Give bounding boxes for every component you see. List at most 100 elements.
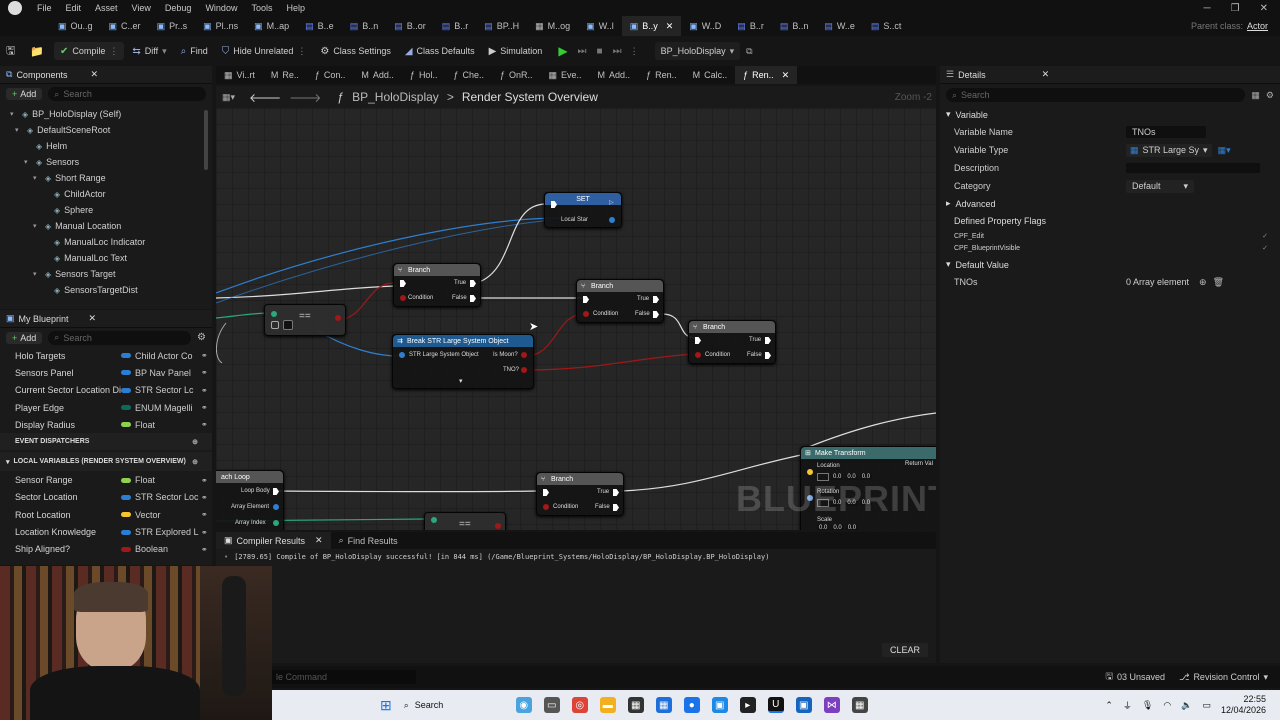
minimize-icon[interactable]: ─ bbox=[1204, 3, 1211, 14]
visibility-eye-icon[interactable]: ⚭ bbox=[201, 386, 208, 395]
clear-button[interactable]: CLEAR bbox=[881, 643, 928, 657]
menu-help[interactable]: Help bbox=[279, 3, 312, 13]
doc-tab[interactable]: ▤ BP..H bbox=[476, 16, 527, 36]
equals-node[interactable]: == bbox=[264, 304, 346, 336]
location-pin[interactable] bbox=[807, 469, 813, 475]
unsaved-indicator[interactable]: 🖫 03 Unsaved bbox=[1105, 669, 1165, 685]
play-icon[interactable]: ▶ bbox=[558, 44, 567, 58]
stop-icon[interactable]: ■ bbox=[597, 46, 603, 57]
step-icon[interactable]: ⏭ bbox=[578, 46, 587, 57]
array-index-pin[interactable] bbox=[273, 520, 279, 526]
doc-tab[interactable]: ▤ B..e bbox=[297, 16, 342, 36]
app-icon[interactable]: ▣ bbox=[795, 697, 812, 713]
breadcrumb-blueprint[interactable]: BP_HoloDisplay bbox=[352, 90, 439, 104]
compile-button[interactable]: ✔ Compile ⋮ bbox=[54, 42, 125, 60]
scale-fields[interactable]: 0.0 0.0 0.0 bbox=[817, 525, 859, 530]
variable-row[interactable]: Display Radius Float ⚭ bbox=[0, 416, 212, 433]
close-tab-icon[interactable]: ✕ bbox=[782, 70, 790, 81]
component-item[interactable]: ▾ ◈ Sensors Target bbox=[6, 266, 212, 282]
array-element-pin[interactable] bbox=[273, 504, 279, 510]
false-exec-pin[interactable] bbox=[653, 311, 659, 318]
set-node-input-dot[interactable] bbox=[609, 217, 615, 223]
container-type-icon[interactable]: ▦▾ bbox=[1218, 145, 1231, 156]
scale-x-value[interactable]: 0.0 bbox=[817, 525, 830, 530]
true-exec-pin[interactable] bbox=[765, 337, 771, 344]
variable-row[interactable]: Ship Aligned? Boolean ⚭ bbox=[0, 541, 212, 558]
component-item[interactable]: ◈ ManualLoc Indicator bbox=[6, 234, 212, 250]
menu-debug[interactable]: Debug bbox=[158, 3, 199, 13]
equals-input-b-field[interactable] bbox=[283, 320, 293, 330]
component-item[interactable]: ▾ ◈ BP_HoloDisplay (Self) bbox=[6, 106, 212, 122]
expand-arrow-icon[interactable]: ▾ bbox=[33, 270, 41, 278]
find-results-tab[interactable]: ⌕ Find Results bbox=[331, 532, 406, 549]
equals-node[interactable]: == bbox=[424, 512, 506, 530]
close-components-icon[interactable]: ✕ bbox=[90, 69, 98, 80]
description-field[interactable] bbox=[1126, 163, 1260, 173]
expand-arrow-icon[interactable]: ▾ bbox=[33, 174, 41, 182]
variable-type[interactable]: BP Nav Panel bbox=[121, 368, 199, 378]
doc-tab[interactable]: ▣ M..ap bbox=[246, 16, 297, 36]
equals-input-a[interactable] bbox=[431, 517, 437, 523]
maximize-icon[interactable]: ❐ bbox=[1231, 3, 1240, 14]
terminal-icon[interactable]: ▸ bbox=[739, 697, 756, 713]
delete-icon[interactable]: 🗑 bbox=[1213, 277, 1224, 288]
variable-type[interactable]: Vector bbox=[121, 510, 199, 520]
variable-row[interactable]: Sensor Range Float ⚭ bbox=[0, 471, 212, 488]
menu-tools[interactable]: Tools bbox=[244, 3, 279, 13]
visibility-eye-icon[interactable]: ⚭ bbox=[201, 528, 208, 537]
menu-view[interactable]: View bbox=[125, 3, 158, 13]
graph-tab[interactable]: M Add.. bbox=[353, 66, 402, 84]
variable-type-dropdown[interactable]: ▦ STR Large Sy ▾ bbox=[1126, 143, 1212, 157]
close-tab-icon[interactable]: ✕ bbox=[315, 535, 323, 546]
struct-input-pin[interactable] bbox=[399, 352, 405, 358]
usb-icon[interactable]: ⏚ bbox=[1123, 699, 1132, 712]
graph-tab[interactable]: ƒ Ren.. bbox=[638, 66, 685, 84]
default-value-section-header[interactable]: ▾ Default Value bbox=[940, 256, 1280, 273]
visibility-eye-icon[interactable]: ⚭ bbox=[201, 368, 208, 377]
component-item[interactable]: ◈ Sphere bbox=[6, 202, 212, 218]
revision-control-button[interactable]: ⎇ Revision Control ▾ bbox=[1179, 672, 1268, 683]
visual-studio-icon[interactable]: ⋈ bbox=[823, 697, 840, 713]
variable-type[interactable]: Boolean bbox=[121, 544, 199, 554]
branch-node[interactable]: Branch ⑂ True Condition False bbox=[393, 263, 481, 307]
variable-section-header[interactable]: ▾ Variable bbox=[940, 106, 1280, 123]
clock-date[interactable]: 12/04/2026 bbox=[1221, 705, 1266, 716]
is-moon-pin[interactable] bbox=[521, 352, 527, 358]
app-icon[interactable]: ▣ bbox=[711, 697, 728, 713]
variable-row[interactable]: Player Edge ENUM Magelli ⚭ bbox=[0, 399, 212, 416]
false-exec-pin[interactable] bbox=[765, 352, 771, 359]
condition-pin[interactable] bbox=[400, 295, 406, 301]
expand-arrow-icon[interactable]: ▾ bbox=[10, 110, 18, 118]
battery-icon[interactable]: ▭ bbox=[1202, 700, 1211, 711]
menu-edit[interactable]: Edit bbox=[59, 3, 89, 13]
microphone-icon[interactable]: 🎙 bbox=[1142, 700, 1153, 711]
close-tab-icon[interactable]: ✕ bbox=[666, 21, 674, 32]
add-member-button[interactable]: + Add bbox=[6, 331, 43, 344]
parent-class-link[interactable]: Actor bbox=[1247, 21, 1268, 31]
variable-row[interactable]: Current Sector Location Di STR Sector Lc ⚭ bbox=[0, 382, 212, 399]
component-item[interactable]: ▾ ◈ Manual Location bbox=[6, 218, 212, 234]
unreal-logo-icon[interactable] bbox=[8, 1, 22, 15]
tray-chevron-icon[interactable]: ⌃ bbox=[1105, 700, 1113, 711]
break-struct-node[interactable]: Break STR Large System Object ⇉ STR Large… bbox=[392, 334, 534, 389]
components-scrollbar[interactable] bbox=[204, 110, 208, 170]
variable-type[interactable]: ENUM Magelli bbox=[121, 403, 199, 413]
doc-tab[interactable]: ▤ W..e bbox=[816, 16, 863, 36]
exec-in-pin[interactable] bbox=[583, 296, 589, 303]
category-dropdown[interactable]: Default ▾ bbox=[1126, 179, 1194, 193]
component-item[interactable]: ◈ ManualLoc Text bbox=[6, 250, 212, 266]
expand-arrow-icon[interactable]: ▾ bbox=[24, 158, 32, 166]
add-local-variable-icon[interactable]: ⊕ bbox=[192, 458, 198, 466]
table-view-icon[interactable]: ▦ bbox=[1251, 90, 1260, 101]
doc-tab[interactable]: ▣ Pr..s bbox=[149, 16, 196, 36]
graph-tab-active[interactable]: ƒ Ren.. ✕ bbox=[735, 66, 798, 84]
eject-icon[interactable]: ⏭ bbox=[613, 46, 622, 57]
set-node[interactable]: SET ▷ Local Star bbox=[544, 192, 622, 228]
components-search-input[interactable]: ⌕ Search bbox=[48, 87, 206, 101]
component-item[interactable]: ◈ SensorsTargetDist bbox=[6, 282, 212, 298]
visibility-eye-icon[interactable]: ⚭ bbox=[201, 420, 208, 429]
find-button[interactable]: ⌕ Find bbox=[175, 42, 214, 60]
my-blueprint-search-input[interactable]: ⌕ Search bbox=[48, 330, 192, 345]
calculator-icon[interactable]: ▦ bbox=[655, 697, 672, 713]
expand-arrow-icon[interactable]: ▾ bbox=[15, 126, 23, 134]
